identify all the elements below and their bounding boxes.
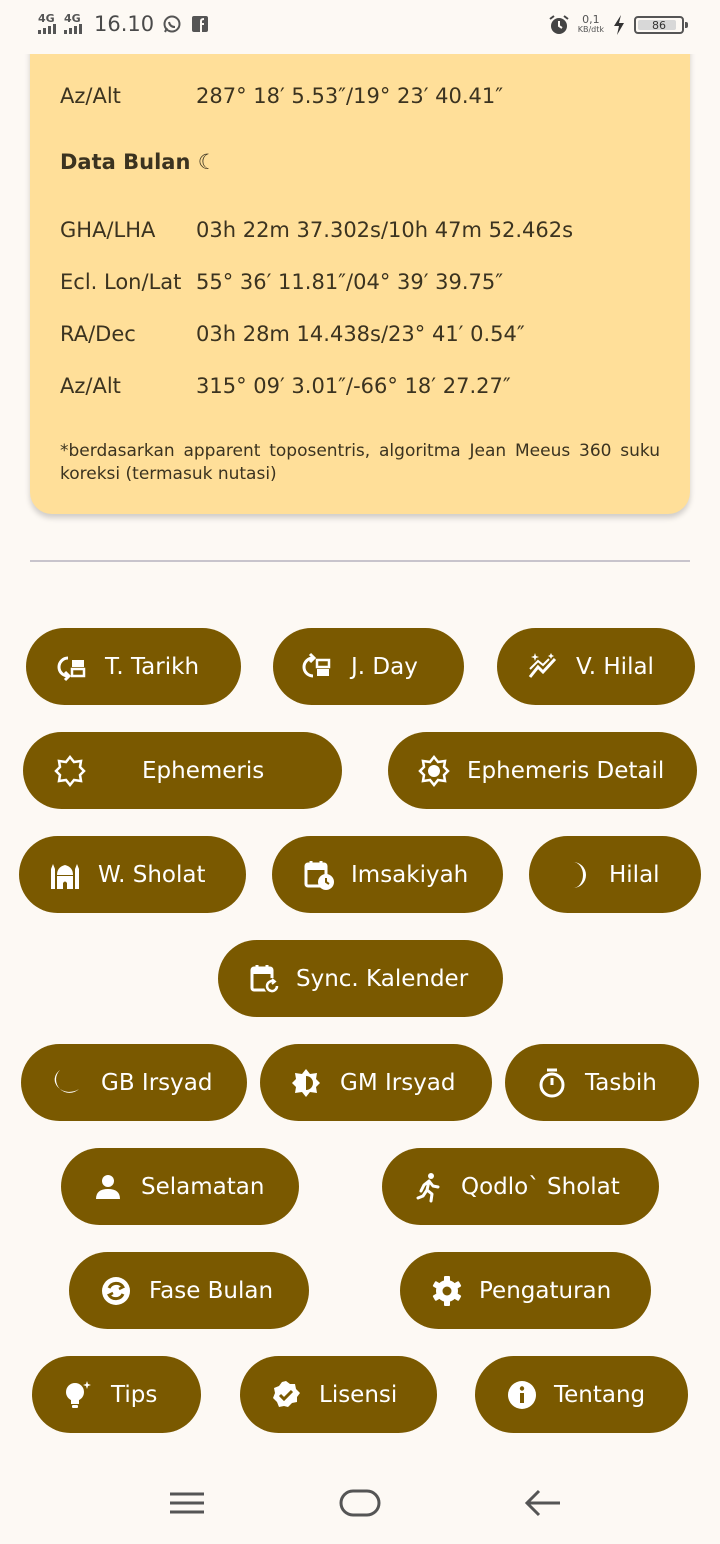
qodlo-sholat-button[interactable]: Qodlo` Sholat [382, 1148, 659, 1225]
button-label: Ephemeris [142, 757, 265, 784]
button-label: Pengaturan [479, 1277, 612, 1304]
tips-button[interactable]: Tips [32, 1356, 201, 1433]
row-label: GHA/LHA [60, 218, 156, 242]
battery-icon: 86 [634, 16, 688, 34]
fase-bulan-button[interactable]: Fase Bulan [69, 1252, 309, 1329]
facebook-icon [192, 16, 209, 32]
hilal-button[interactable]: Hilal [529, 836, 701, 913]
button-label: V. Hilal [576, 653, 654, 680]
button-label: Fase Bulan [149, 1277, 274, 1304]
divider [30, 560, 690, 562]
whatsapp-icon [163, 15, 181, 33]
button-label: GM Irsyad [340, 1069, 456, 1096]
row-label: RA/Dec [60, 322, 136, 346]
eclipse-moon-icon [54, 1069, 79, 1093]
battery-level: 86 [652, 18, 666, 32]
calculation-note: *berdasarkan apparent toposentris, algor… [60, 441, 660, 484]
button-label: Ephemeris Detail [467, 757, 665, 784]
row-value: 03h 28m 14.438s/23° 41′ 0.54″ [196, 322, 525, 346]
julian-day-icon [302, 652, 331, 677]
signal-icon: 4G [38, 12, 56, 34]
button-label: T. Tarikh [105, 653, 200, 680]
ephemeris-data-card: Az/Alt 287° 18′ 5.53″/19° 23′ 40.41″ Dat… [30, 0, 690, 514]
network-type: 4G [64, 12, 81, 25]
sun-outline-icon [54, 754, 86, 787]
ephemeris-detail-button[interactable]: Ephemeris Detail [388, 732, 697, 809]
row-label: Az/Alt [60, 84, 121, 108]
v-hilal-button[interactable]: V. Hilal [497, 628, 695, 705]
solar-eclipse-icon [292, 1068, 320, 1097]
row-value: 315° 09′ 3.01″/-66° 18′ 27.27″ [196, 374, 511, 398]
tentang-button[interactable]: Tentang [475, 1356, 688, 1433]
imsakiyah-button[interactable]: Imsakiyah [272, 836, 503, 913]
sync-kalender-button[interactable]: Sync. Kalender [218, 940, 503, 1017]
button-label: Hilal [609, 861, 660, 888]
gm-irsyad-button[interactable]: GM Irsyad [260, 1044, 492, 1121]
button-label: Tasbih [585, 1069, 657, 1096]
ephemeris-button[interactable]: Ephemeris [23, 732, 342, 809]
person-icon [96, 1174, 120, 1199]
tasbih-button[interactable]: Tasbih [505, 1044, 699, 1121]
mosque-icon [51, 863, 79, 889]
row-value: 55° 36′ 11.81″/04° 39′ 39.75″ [196, 270, 504, 294]
date-convert-icon [57, 656, 86, 681]
status-bar: 4G 4G 16.10 0,1 KB/dtk 86 [0, 0, 720, 54]
button-label: W. Sholat [98, 861, 206, 888]
button-label: GB Irsyad [101, 1069, 213, 1096]
speed-unit: KB/dtk [577, 25, 604, 34]
selamatan-button[interactable]: Selamatan [61, 1148, 299, 1225]
speed-value: 0,1 [582, 13, 600, 26]
network-type: 4G [38, 12, 55, 25]
moon-phase-icon [102, 1276, 130, 1305]
j-day-button[interactable]: J. Day [273, 628, 464, 705]
button-label: Tips [111, 1381, 158, 1408]
alarm-icon [549, 15, 569, 34]
clock: 16.10 [94, 12, 155, 36]
pengaturan-button[interactable]: Pengaturan [400, 1252, 651, 1329]
crescent-moon-icon [573, 861, 586, 888]
row-value: 287° 18′ 5.53″/19° 23′ 40.41″ [196, 84, 504, 108]
calendar-clock-icon [304, 860, 334, 890]
signal-icon: 4G [64, 12, 82, 34]
row-label: Ecl. Lon/Lat [60, 270, 182, 294]
verified-badge-icon [273, 1380, 300, 1407]
system-navigation-bar [0, 1464, 720, 1544]
back-icon[interactable] [524, 1488, 562, 1518]
button-label: Lisensi [319, 1381, 398, 1408]
info-icon [508, 1380, 536, 1409]
button-label: Qodlo` Sholat [461, 1173, 620, 1200]
calendar-sync-icon [250, 964, 280, 994]
network-speed: 0,1 KB/dtk [577, 13, 604, 35]
row-label: Az/Alt [60, 374, 121, 398]
lightbulb-icon [66, 1380, 91, 1408]
button-label: Tentang [554, 1381, 646, 1408]
visibility-chart-icon [528, 652, 557, 678]
charging-icon [614, 15, 624, 35]
row-value: 03h 22m 37.302s/10h 47m 52.462s [196, 218, 574, 242]
button-label: Selamatan [141, 1173, 265, 1200]
menu-icon[interactable] [168, 1488, 206, 1518]
button-label: J. Day [351, 653, 418, 680]
w-sholat-button[interactable]: W. Sholat [19, 836, 246, 913]
timer-icon [539, 1068, 565, 1097]
home-icon[interactable] [339, 1488, 381, 1518]
gb-irsyad-button[interactable]: GB Irsyad [21, 1044, 247, 1121]
running-person-icon [416, 1172, 440, 1202]
button-label: Imsakiyah [351, 861, 469, 888]
moon-data-title: Data Bulan ☾ [60, 150, 217, 174]
t-tarikh-button[interactable]: T. Tarikh [26, 628, 241, 705]
sun-icon [418, 754, 450, 787]
lisensi-button[interactable]: Lisensi [240, 1356, 437, 1433]
gear-icon [432, 1275, 462, 1306]
button-label: Sync. Kalender [296, 965, 469, 992]
